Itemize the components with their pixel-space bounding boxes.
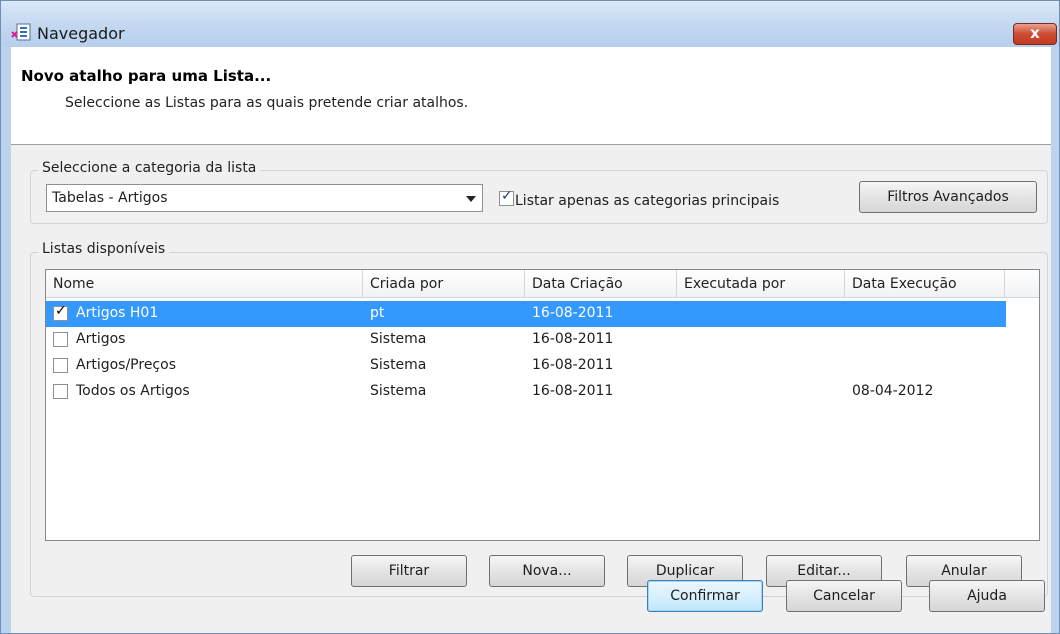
table-row[interactable]: Todos os Artigos Sistema 16-08-2011 08-0… (46, 379, 1006, 405)
row-created-date: 16-08-2011 (532, 305, 614, 321)
row-created-date: 16-08-2011 (532, 357, 614, 373)
row-created-by: Sistema (370, 383, 427, 399)
table-header: Nome Criada por Data Criação Executada p… (46, 270, 1039, 298)
row-created-date: 16-08-2011 (532, 331, 614, 347)
window-title: Navegador (37, 24, 125, 43)
filter-button[interactable]: Filtrar (351, 555, 467, 587)
main-only-checkbox[interactable]: ✓ (499, 188, 514, 206)
new-list-button[interactable]: Nova... (489, 555, 605, 587)
chevron-down-icon[interactable] (466, 196, 476, 202)
page-subtitle: Seleccione as Listas para as quais prete… (65, 95, 469, 111)
row-name: Artigos/Preços (76, 357, 176, 373)
column-header-created-date[interactable]: Data Criação (525, 270, 677, 298)
row-checkbox[interactable] (53, 332, 68, 347)
close-button[interactable]: x (1013, 23, 1057, 45)
column-header-executed-by[interactable]: Executada por (677, 270, 845, 298)
row-name: Artigos H01 (76, 305, 159, 321)
row-created-by: pt (370, 305, 385, 321)
row-executed-date: 08-04-2012 (852, 383, 934, 399)
column-header-executed-date[interactable]: Data Execução (845, 270, 1005, 298)
row-created-date: 16-08-2011 (532, 383, 614, 399)
row-name: Todos os Artigos (76, 383, 190, 399)
confirm-button[interactable]: Confirmar (647, 580, 763, 612)
header-band: Novo atalho para uma Lista... Seleccione… (11, 47, 1051, 145)
column-header-name[interactable]: Nome (46, 270, 363, 298)
navigator-window: Navegador x Novo atalho para uma Lista..… (0, 0, 1060, 634)
table-row[interactable]: ✓ Artigos H01 pt 16-08-2011 (46, 301, 1006, 327)
category-group-label: Seleccione a categoria da lista (38, 160, 261, 176)
row-checkbox[interactable]: ✓ (53, 303, 68, 321)
row-checkbox[interactable] (53, 384, 68, 399)
row-created-by: Sistema (370, 357, 427, 373)
row-checkbox[interactable] (53, 358, 68, 373)
lists-group-label: Listas disponíveis (38, 241, 170, 257)
checkmark-icon: ✓ (55, 303, 67, 319)
category-select[interactable]: Tabelas - Artigos (46, 184, 483, 212)
advanced-filters-button[interactable]: Filtros Avançados (859, 181, 1037, 213)
title-bar[interactable]: Navegador x (1, 1, 1059, 47)
cancel-button[interactable]: Cancelar (786, 580, 902, 612)
lists-table[interactable]: Nome Criada por Data Criação Executada p… (45, 269, 1040, 541)
row-created-by: Sistema (370, 331, 427, 347)
help-button[interactable]: Ajuda (929, 580, 1045, 612)
category-select-value: Tabelas - Artigos (52, 190, 168, 206)
table-row[interactable]: Artigos/Preços Sistema 16-08-2011 (46, 353, 1006, 379)
dialog-body: Novo atalho para uma Lista... Seleccione… (11, 47, 1051, 633)
main-only-label[interactable]: Listar apenas as categorias principais (515, 193, 779, 209)
table-row[interactable]: Artigos Sistema 16-08-2011 (46, 327, 1006, 353)
checkmark-icon: ✓ (501, 188, 513, 204)
page-title: Novo atalho para uma Lista... (21, 67, 272, 85)
list-shortcut-icon (11, 23, 31, 41)
column-header-created-by[interactable]: Criada por (363, 270, 525, 298)
row-name: Artigos (76, 331, 126, 347)
